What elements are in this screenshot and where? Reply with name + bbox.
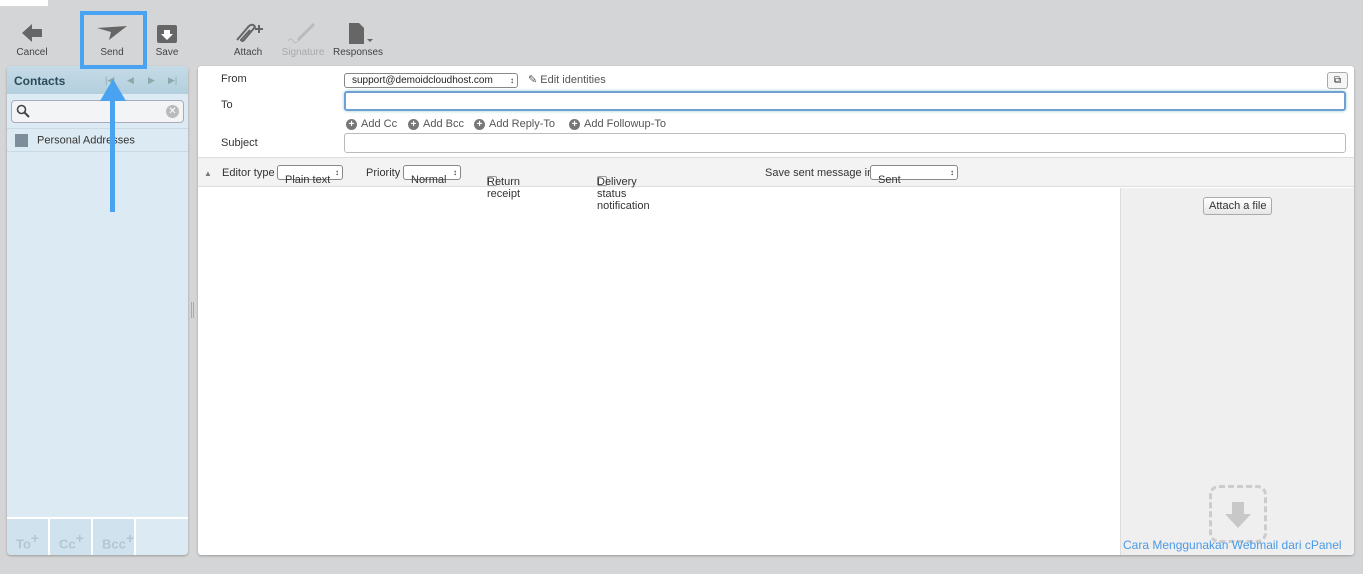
editor-type-select[interactable]: Plain text (277, 165, 343, 186)
contacts-panel: Contacts |◀ ◀ ▶ ▶| ✕ Personal Addresses … (7, 66, 188, 555)
plus-icon: + (408, 119, 419, 130)
signature-button[interactable]: Signature (278, 22, 328, 58)
message-body-textarea[interactable] (198, 188, 1120, 555)
clear-search-icon[interactable]: ✕ (166, 105, 179, 118)
save-in-select[interactable]: Sent (870, 165, 958, 186)
subject-input[interactable] (344, 133, 1346, 153)
popout-button[interactable]: ⧉ (1327, 72, 1348, 89)
subject-label: Subject (221, 137, 258, 149)
add-to-button[interactable]: To+ (7, 519, 50, 555)
save-in-label: Save sent message in (765, 167, 874, 179)
pointer-arrow-line (110, 95, 115, 212)
add-bcc-link[interactable]: + Add Bcc (408, 118, 464, 130)
attach-button[interactable]: Attach (223, 22, 273, 58)
editor-type-label: Editor type (222, 167, 275, 179)
cancel-button[interactable]: Cancel (7, 22, 57, 58)
compose-panel: From support@demoidcloudhost.com ✎ Edit … (198, 66, 1354, 555)
search-icon (16, 104, 30, 118)
address-book-label: Personal Addresses (37, 134, 135, 147)
plus-icon: + (474, 119, 485, 130)
save-folder-icon (157, 25, 177, 43)
to-input[interactable] (344, 91, 1346, 111)
tutorial-link[interactable]: Cara Menggunakan Webmail dari cPanel (1123, 538, 1342, 552)
contacts-title: Contacts (14, 74, 66, 88)
last-page-icon[interactable]: ▶| (168, 75, 177, 86)
next-page-icon[interactable]: ▶ (148, 75, 155, 86)
contacts-search-input[interactable]: ✕ (11, 100, 184, 123)
cancel-label: Cancel (16, 47, 48, 58)
add-followup-to-link[interactable]: + Add Followup-To (569, 118, 666, 130)
prev-page-icon[interactable]: ◀ (127, 75, 134, 86)
add-cc-button[interactable]: Cc+ (50, 519, 93, 555)
signature-label: Signature (281, 47, 325, 58)
priority-select[interactable]: Normal (403, 165, 461, 186)
responses-label: Responses (333, 47, 384, 58)
attachments-pane: Attach a file Cara Menggunakan Webmail d… (1120, 188, 1354, 555)
pen-icon (287, 22, 316, 44)
drop-zone-icon (1209, 485, 1267, 543)
plus-icon: + (346, 119, 357, 130)
window-corner (0, 0, 48, 6)
add-reply-to-link[interactable]: + Add Reply-To (474, 118, 555, 130)
arrow-left-icon (22, 24, 42, 42)
pencil-icon: ✎ (528, 74, 538, 86)
save-button[interactable]: Save (142, 22, 192, 58)
responses-button[interactable]: Responses (333, 22, 383, 58)
priority-label: Priority (366, 167, 401, 179)
save-label: Save (155, 47, 179, 58)
from-select[interactable]: support@demoidcloudhost.com (344, 73, 518, 88)
address-book-personal[interactable]: Personal Addresses (7, 128, 188, 152)
edit-identities-link[interactable]: ✎ Edit identities (528, 73, 606, 86)
splitter-handle[interactable] (191, 302, 194, 318)
add-cc-link[interactable]: + Add Cc (346, 118, 397, 130)
plus-icon: + (569, 119, 580, 130)
document-icon (349, 23, 373, 44)
send-highlight-box (80, 11, 147, 69)
attach-label: Attach (233, 47, 263, 58)
collapse-options-icon[interactable]: ▲ (204, 169, 212, 178)
address-book-icon (15, 134, 28, 147)
attach-file-button[interactable]: Attach a file (1203, 197, 1273, 215)
add-bcc-button[interactable]: Bcc+ (93, 519, 136, 555)
paperclip-icon (236, 23, 263, 42)
options-bar: ▲ Editor type Plain text Priority Normal… (198, 157, 1354, 212)
from-label: From (221, 73, 247, 85)
to-label: To (221, 99, 233, 111)
